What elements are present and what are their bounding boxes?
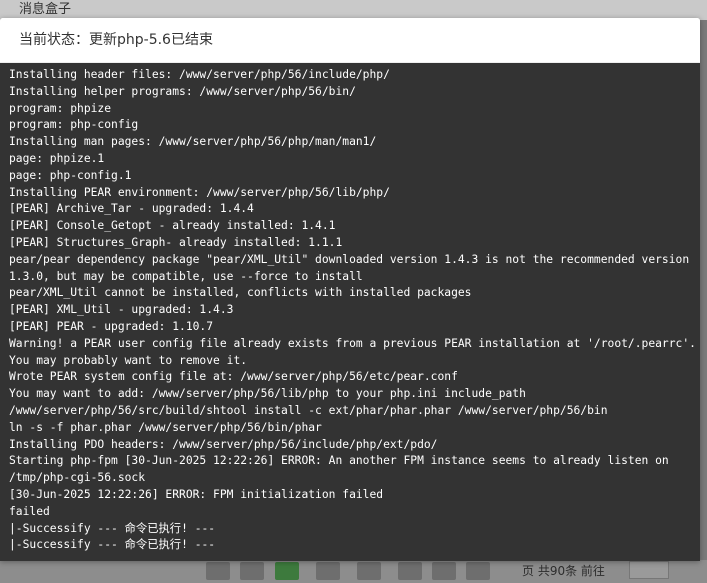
status-text: 当前状态：更新php-5.6已结束 bbox=[19, 32, 213, 48]
console-line: Installing PEAR environment: /www/server… bbox=[9, 185, 390, 199]
console-line: pear/XML_Util cannot be installed, confl… bbox=[9, 286, 472, 300]
console-line: program: phpize bbox=[9, 101, 112, 115]
console-line: Warning! a PEAR user config file already… bbox=[9, 336, 696, 350]
pagination-prev-button[interactable] bbox=[240, 562, 264, 580]
console-output[interactable]: Installing header files: /www/server/php… bbox=[0, 63, 700, 561]
console-line: [30-Jun-2025 12:22:26] ERROR: FPM initia… bbox=[9, 487, 384, 501]
console-line: Wrote PEAR system config file at: /www/s… bbox=[9, 370, 458, 384]
console-line: [PEAR] XML_Util - upgraded: 1.4.3 bbox=[9, 303, 234, 317]
console-line: [PEAR] Structures_Graph- already install… bbox=[9, 235, 343, 249]
console-line: |-Successify --- 命令已执行! --- bbox=[9, 521, 216, 535]
console-line: [PEAR] PEAR - upgraded: 1.10.7 bbox=[9, 319, 214, 333]
background-panel-title: 消息盒子 bbox=[0, 0, 707, 20]
background-pagination: 页 共90条 前往 bbox=[0, 560, 707, 583]
pagination-first-button[interactable] bbox=[206, 562, 230, 580]
pagination-next-button[interactable] bbox=[432, 562, 456, 580]
console-line: You may want to add: /www/server/php/56/… bbox=[9, 387, 526, 401]
console-line: pear/pear dependency package "pear/XML_U… bbox=[9, 252, 690, 266]
console-line: page: php-config.1 bbox=[9, 168, 132, 182]
console-line: Installing PDO headers: /www/server/php/… bbox=[9, 437, 438, 451]
modal-status-header: 当前状态：更新php-5.6已结束 bbox=[0, 18, 700, 63]
console-line: Installing helper programs: /www/server/… bbox=[9, 84, 356, 98]
console-line: [PEAR] Console_Getopt - already installe… bbox=[9, 219, 336, 233]
console-line: Installing header files: /www/server/php… bbox=[9, 68, 390, 81]
console-line: ln -s -f phar.phar /www/server/php/56/bi… bbox=[9, 420, 322, 434]
pagination-page-current[interactable] bbox=[275, 562, 299, 580]
console-line: You may probably want to remove it. bbox=[9, 353, 248, 367]
pagination-last-button[interactable] bbox=[466, 562, 490, 580]
message-box-modal: 当前状态：更新php-5.6已结束 Installing header file… bbox=[0, 18, 700, 561]
console-line: 1.3.0, but may be compatible, use --forc… bbox=[9, 269, 363, 283]
pagination-page-button[interactable] bbox=[357, 562, 381, 580]
console-line: [PEAR] Archive_Tar - upgraded: 1.4.4 bbox=[9, 202, 254, 216]
console-line: Starting php-fpm [30-Jun-2025 12:22:26] … bbox=[9, 454, 669, 468]
pagination-page-button[interactable] bbox=[316, 562, 340, 580]
console-line: page: phpize.1 bbox=[9, 151, 105, 165]
console-line: /www/server/php/56/src/build/shtool inst… bbox=[9, 403, 608, 417]
pagination-page-button[interactable] bbox=[398, 562, 422, 580]
pagination-text: 页 共90条 前往 bbox=[522, 564, 605, 578]
console-line: Installing man pages: /www/server/php/56… bbox=[9, 135, 377, 149]
console-line: |-Successify --- 命令已执行! --- bbox=[9, 538, 216, 552]
pagination-goto-input[interactable] bbox=[629, 561, 669, 579]
console-line: failed bbox=[9, 504, 50, 518]
console-line: /tmp/php-cgi-56.sock bbox=[9, 471, 146, 485]
console-line: program: php-config bbox=[9, 118, 139, 132]
